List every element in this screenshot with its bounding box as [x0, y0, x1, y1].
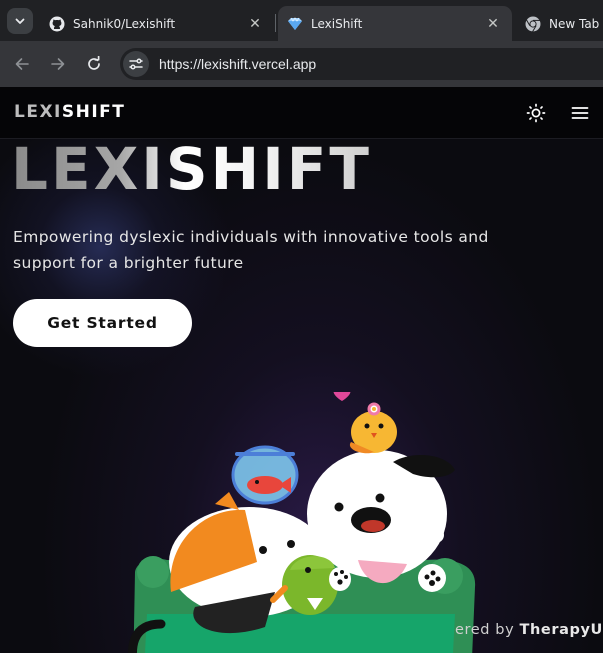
tab-new-tab[interactable]: New Tab — [516, 6, 603, 41]
address-bar[interactable]: https://lexishift.vercel.app — [120, 48, 603, 80]
github-icon — [49, 16, 65, 32]
chick-character — [333, 392, 397, 454]
logo-part-lexi: LEXI — [14, 102, 62, 122]
url-text[interactable]: https://lexishift.vercel.app — [159, 56, 316, 72]
tab-divider — [275, 14, 276, 32]
hero-subtitle: Empowering dyslexic individuals with inn… — [13, 228, 489, 272]
logo-part-shift: SHIFT — [61, 102, 126, 122]
hamburger-menu-button[interactable] — [568, 101, 592, 125]
get-started-button[interactable]: Get Started — [13, 299, 192, 347]
menu-icon — [571, 107, 589, 119]
chrome-icon — [525, 16, 541, 32]
forward-button[interactable] — [44, 50, 72, 78]
tab-lexishift[interactable]: LexiShift ✕ — [278, 6, 512, 41]
lexishift-favicon — [287, 16, 303, 32]
sun-icon — [526, 103, 546, 123]
close-tab-icon[interactable]: ✕ — [246, 15, 264, 33]
reload-icon — [88, 56, 100, 70]
powered-prefix: ered by — [455, 622, 520, 638]
browser-toolbar: https://lexishift.vercel.app — [0, 41, 603, 87]
site-navbar: LEXISHIFT — [0, 87, 603, 139]
page-viewport: LEXISHIFT LEXISHIFT Empowering dyslexic … — [0, 87, 603, 653]
chevron-down-icon — [15, 18, 25, 24]
powered-brand[interactable]: TherapyU — [520, 622, 603, 638]
reload-button[interactable] — [80, 50, 108, 78]
arrow-right-icon — [51, 58, 65, 70]
back-button[interactable] — [8, 50, 36, 78]
paw-print — [329, 567, 351, 591]
hero-title: LEXISHIFT — [11, 135, 372, 203]
tab-github[interactable]: Sahnik0/Lexishift ✕ — [40, 6, 274, 41]
theme-toggle-button[interactable] — [524, 101, 548, 125]
mascot-illustration — [127, 392, 476, 653]
tab-title: New Tab — [549, 16, 600, 31]
close-tab-icon[interactable]: ✕ — [484, 15, 502, 33]
powered-by-credit: ered by TherapyU — [455, 622, 603, 638]
tab-title: Sahnik0/Lexishift — [73, 16, 176, 31]
fishbowl — [231, 445, 299, 505]
tab-title: LexiShift — [311, 16, 363, 31]
arrow-left-icon — [15, 58, 29, 70]
site-info-button[interactable] — [123, 51, 149, 77]
site-logo[interactable]: LEXISHIFT — [14, 102, 125, 122]
tab-search-button[interactable] — [7, 8, 33, 34]
tab-strip: Sahnik0/Lexishift ✕ LexiShift ✕ New Tab — [0, 0, 603, 41]
tune-icon — [129, 58, 143, 70]
